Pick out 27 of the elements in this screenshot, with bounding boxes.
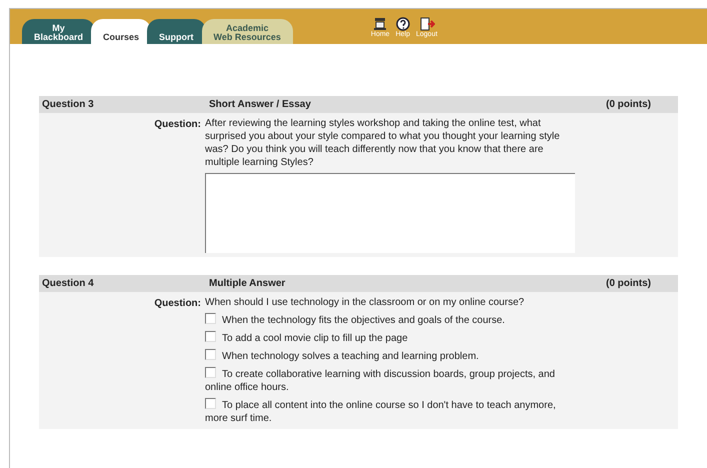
nav-tab[interactable]: Academic Web Resources xyxy=(202,19,293,44)
question-number: Question 3 xyxy=(42,98,95,112)
question-text: When should I use technology in the classroom or on my online course? xyxy=(205,296,526,309)
question-label: Question: xyxy=(153,118,202,132)
answer-option[interactable]: When the technology fits the objectives and goals of the course. xyxy=(205,313,580,327)
nav-tab[interactable]: Support xyxy=(147,19,206,44)
answer-option[interactable]: To add a cool movie clip to fill up the page xyxy=(205,331,580,345)
door-icon xyxy=(418,16,435,30)
checkbox[interactable] xyxy=(205,331,216,342)
checkbox[interactable] xyxy=(205,367,216,378)
nav-tab[interactable]: My Blackboard xyxy=(22,19,96,44)
question-points: (0 points) xyxy=(606,277,651,291)
question-label: Question: xyxy=(153,297,202,311)
help-icon xyxy=(396,16,410,30)
checkbox[interactable] xyxy=(205,313,216,324)
question-type: Short Answer / Essay xyxy=(209,98,312,112)
question-text: After reviewing the learning styles workshop and taking the online test, what surprised you about your style compared to what you thought your learning style was? Do you think you will teach differently now that you know that there are multiple learning Styles? xyxy=(205,117,561,169)
question-points: (0 points) xyxy=(606,98,651,112)
answer-option[interactable]: To place all content into the online course so I don't have to teach anymore, more surf time. xyxy=(205,398,580,425)
home-icon xyxy=(373,16,388,30)
question-type: Multiple Answer xyxy=(209,277,286,291)
checkbox[interactable] xyxy=(205,398,216,409)
answer-option[interactable]: When technology solves a teaching and learning problem. xyxy=(205,349,580,363)
checkbox[interactable] xyxy=(205,349,216,360)
question-number: Question 4 xyxy=(42,277,95,291)
nav-tab[interactable]: Courses xyxy=(91,19,152,44)
answer-option[interactable]: To create collaborative learning with discussion boards, group projects, and online office hours. xyxy=(205,367,580,394)
